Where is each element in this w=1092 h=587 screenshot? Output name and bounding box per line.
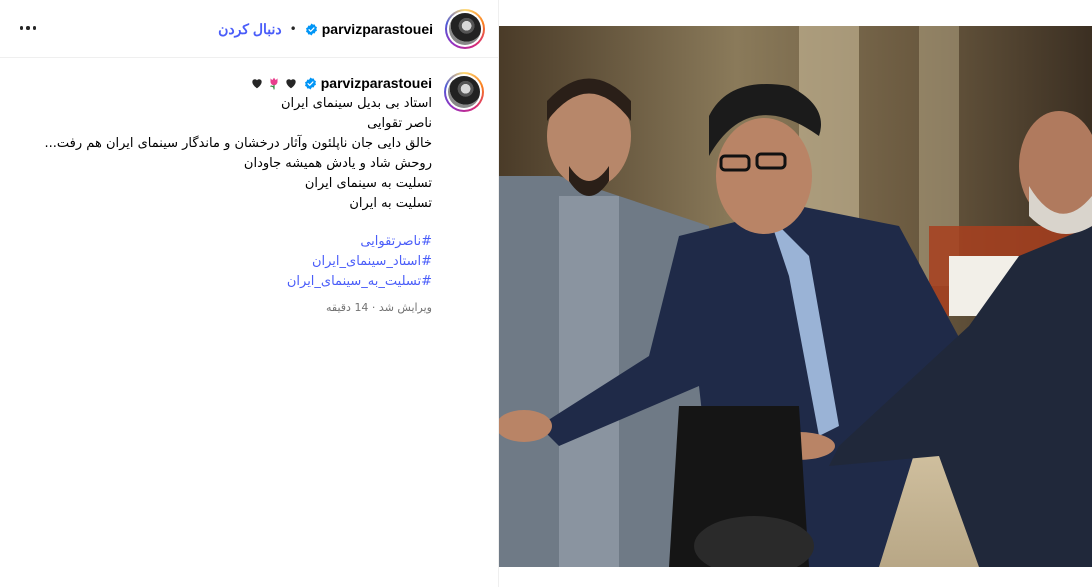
post-header: parvizparastouei • دنبال کردن: [0, 0, 499, 58]
hashtag-list: #ناصرتقوایی #استاد_سینمای_ایران #تسلیت_ب…: [14, 232, 432, 292]
caption-username-link[interactable]: parvizparastouei: [321, 73, 432, 93]
follow-button[interactable]: دنبال کردن: [218, 21, 282, 38]
black-heart-icon: [286, 79, 296, 89]
hashtag-link[interactable]: #ناصرتقوایی: [14, 232, 432, 252]
post-author: parvizparastouei • دنبال کردن: [218, 9, 485, 49]
black-heart-icon: [252, 79, 262, 89]
more-dot: [32, 26, 37, 30]
more-dot: [26, 26, 30, 30]
caption-line: ناصر تقوایی: [367, 116, 432, 131]
tulip-icon: [269, 77, 278, 90]
caption-avatar[interactable]: [444, 72, 484, 112]
post-photo: [499, 26, 1092, 567]
verified-badge-icon: [304, 77, 316, 89]
avatar-image: [449, 13, 481, 45]
separator-dot: •: [289, 22, 297, 36]
photo-illustration: [499, 26, 1092, 567]
verified-badge-icon: [305, 23, 317, 35]
caption-line: خالق دایی جان ناپلئون وآثار درخشان و مان…: [44, 136, 432, 151]
more-dot: [19, 26, 24, 30]
caption-body: parvizparastouei استاد بی بدیل سینمای ای…: [14, 72, 432, 318]
hashtag-link[interactable]: #استاد_سینمای_ایران: [14, 252, 432, 272]
post-info-panel: parvizparastouei • دنبال کردن parvizpara…: [0, 0, 499, 587]
more-options-button[interactable]: [16, 16, 40, 40]
caption-author-row: parvizparastouei: [14, 72, 432, 94]
caption-line: تسلیت به سینمای ایران: [304, 176, 432, 191]
post-timestamp[interactable]: ویرایش شد · 14 دقیقه: [14, 298, 432, 318]
caption: parvizparastouei استاد بی بدیل سینمای ای…: [14, 72, 484, 318]
avatar[interactable]: [445, 9, 485, 49]
caption-line: روحش شاد و یادش همیشه جاودان: [243, 156, 432, 171]
caption-line: تسلیت به ایران: [349, 196, 432, 211]
avatar-image: [448, 76, 480, 108]
caption-line: استاد بی بدیل سینمای ایران: [280, 96, 432, 111]
hashtag-link[interactable]: #تسلیت_به_سینمای_ایران: [14, 272, 432, 292]
username-link[interactable]: parvizparastouei: [322, 21, 433, 37]
